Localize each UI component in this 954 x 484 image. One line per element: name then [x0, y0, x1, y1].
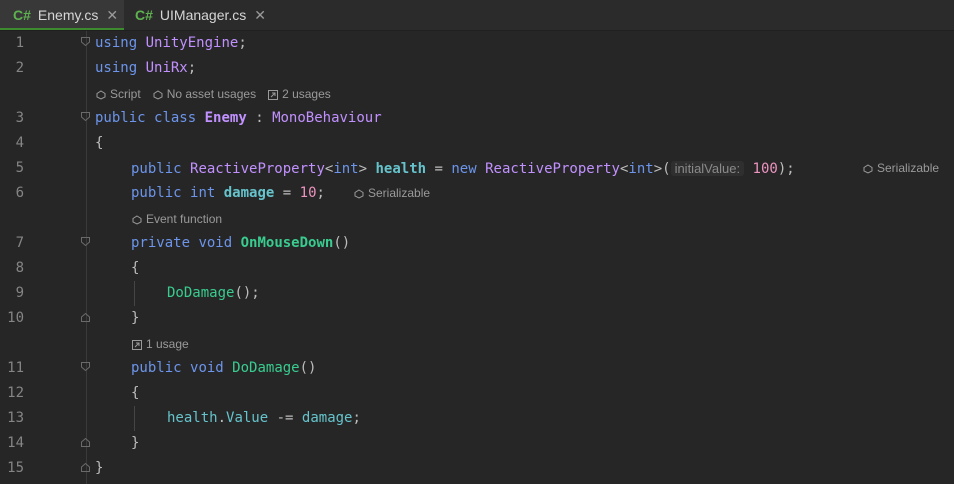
line-number: 15 [7, 460, 24, 476]
fold-marker-icon[interactable] [81, 237, 90, 246]
tab-enemy-cs[interactable]: C# Enemy.cs ✕ [0, 0, 124, 30]
external-link-icon [132, 339, 142, 350]
indent-guide [134, 406, 135, 431]
usages-hint[interactable]: 2 usages [268, 82, 331, 107]
code-vision-class: Script No asset usages 2 usages [96, 82, 343, 107]
gutter-separator [86, 31, 87, 484]
unity-icon [863, 163, 873, 174]
fold-end-icon[interactable] [81, 313, 90, 322]
line-number: 2 [15, 60, 24, 76]
csharp-file-icon: C# [135, 7, 153, 23]
line-number: 11 [7, 360, 24, 376]
unity-icon [132, 214, 142, 225]
unity-icon [153, 89, 163, 100]
script-usage-hint[interactable]: Script [96, 82, 141, 107]
line-number: 6 [15, 185, 24, 201]
code-editor[interactable]: 1 using UnityEngine; 2 using UniRx; Scri… [0, 31, 954, 484]
unity-icon [96, 89, 106, 100]
tab-label: Enemy.cs [37, 7, 99, 23]
line-number: 5 [15, 160, 24, 176]
csharp-file-icon: C# [13, 7, 31, 23]
usages-hint[interactable]: 1 usage [132, 332, 189, 357]
event-function-hint[interactable]: Event function [132, 207, 222, 232]
fold-marker-icon[interactable] [81, 362, 90, 371]
line-number: 7 [15, 235, 24, 251]
line-number: 1 [15, 35, 24, 51]
unity-icon [354, 188, 364, 199]
fold-marker-icon[interactable] [81, 37, 90, 46]
line-number: 10 [7, 310, 24, 326]
serializable-hint[interactable]: Serializable [354, 181, 430, 206]
editor-tab-bar: C# Enemy.cs ✕ C# UIManager.cs ✕ [0, 0, 954, 31]
line-number: 8 [15, 260, 24, 276]
fold-end-icon[interactable] [81, 463, 90, 472]
parameter-name-hint: initialValue: [670, 161, 745, 176]
fold-marker-icon[interactable] [81, 112, 90, 121]
line-number: 14 [7, 435, 24, 451]
fold-end-icon[interactable] [81, 438, 90, 447]
line-number: 4 [15, 135, 24, 151]
close-tab-icon[interactable]: ✕ [254, 7, 266, 24]
asset-usages-hint[interactable]: No asset usages [153, 82, 256, 107]
indent-guide [134, 281, 135, 306]
tab-label: UIManager.cs [159, 7, 247, 23]
external-link-icon [268, 89, 279, 100]
tab-uimanager-cs[interactable]: C# UIManager.cs ✕ [124, 0, 280, 30]
line-number: 12 [7, 385, 24, 401]
line-number: 3 [15, 110, 24, 126]
line-number: 13 [7, 410, 24, 426]
serializable-hint[interactable]: Serializable [863, 156, 939, 181]
line-number: 9 [15, 285, 24, 301]
close-tab-icon[interactable]: ✕ [106, 7, 118, 24]
